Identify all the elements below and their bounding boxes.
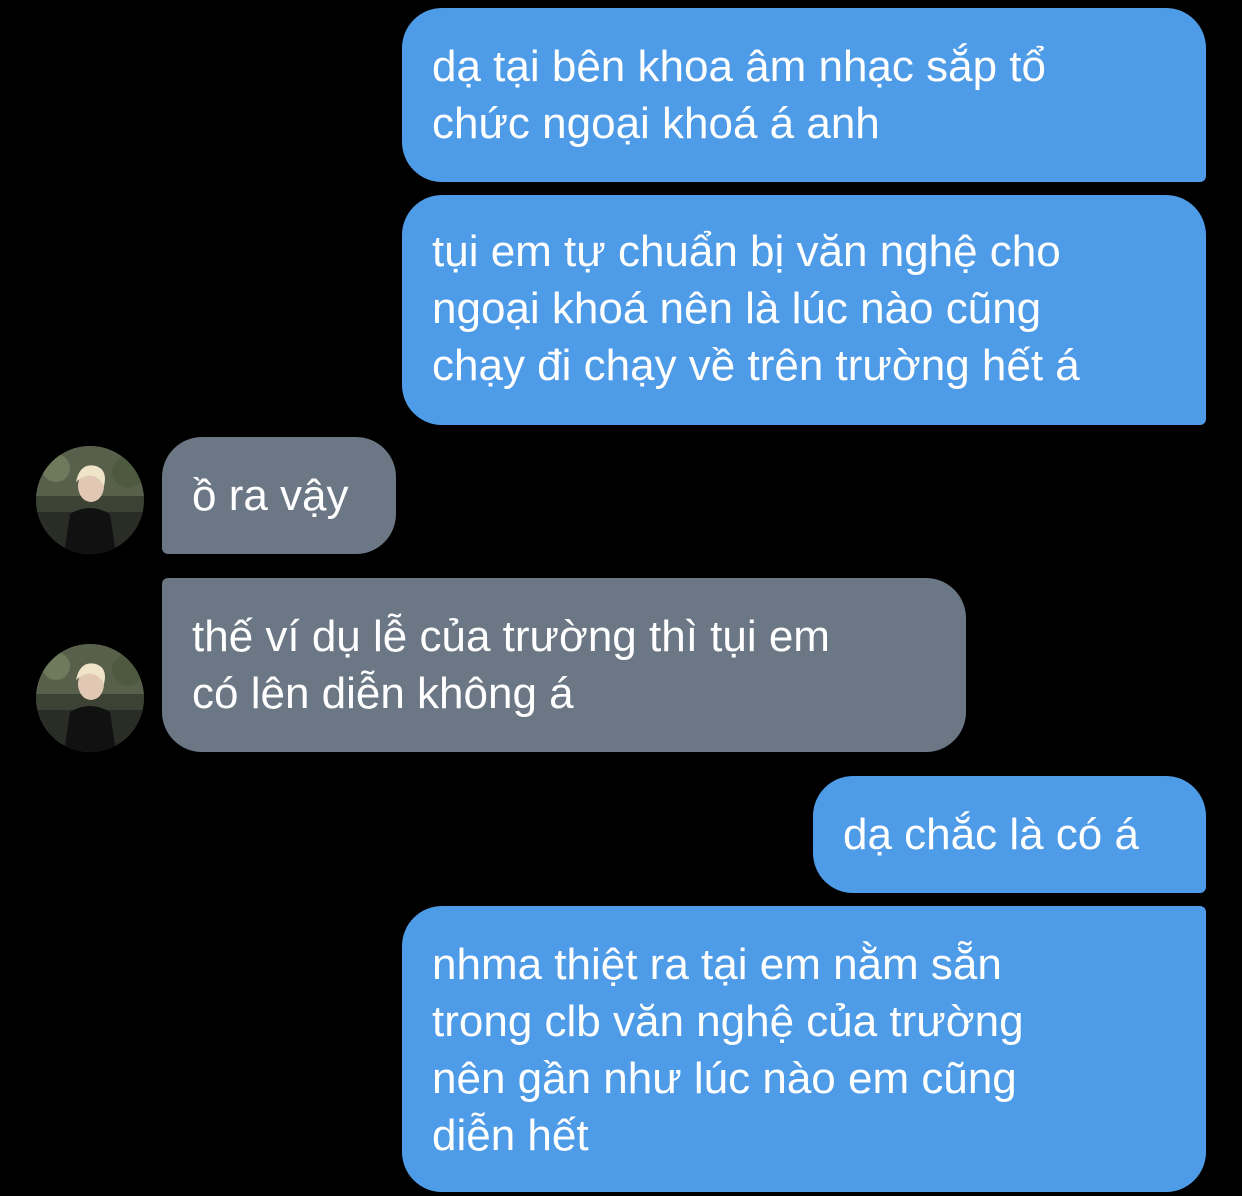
message-bubble-outgoing[interactable]: dạ tại bên khoa âm nhạc sắp tổ chức ngoạ… xyxy=(402,8,1206,182)
avatar-photo-icon xyxy=(36,644,144,752)
contact-avatar[interactable] xyxy=(36,446,144,554)
message-bubble-outgoing[interactable]: nhma thiệt ra tại em nằm sẵn trong clb v… xyxy=(402,906,1206,1192)
contact-avatar[interactable] xyxy=(36,644,144,752)
avatar-photo-icon xyxy=(36,446,144,554)
message-bubble-incoming[interactable]: thế ví dụ lễ của trường thì tụi em có lê… xyxy=(162,578,966,752)
message-bubble-incoming[interactable]: ồ ra vậy xyxy=(162,437,396,554)
message-bubble-outgoing[interactable]: tụi em tự chuẩn bị văn nghệ cho ngoại kh… xyxy=(402,195,1206,425)
message-bubble-outgoing[interactable]: dạ chắc là có á xyxy=(813,776,1206,893)
